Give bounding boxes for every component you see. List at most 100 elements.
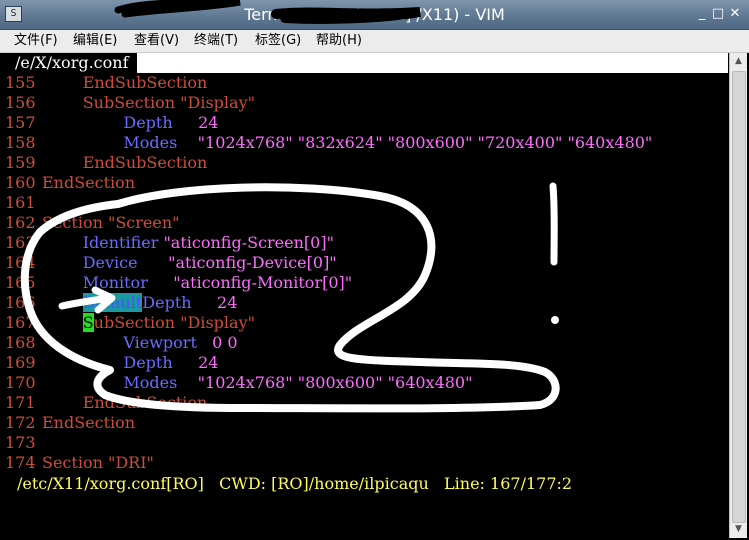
line-number: 156 [5, 93, 36, 112]
code-token: 24 [191, 293, 238, 312]
code-token: SubSection "Display" [42, 93, 255, 112]
code-token: Modes [123, 133, 178, 152]
minimize-icon[interactable]: _ [694, 6, 710, 22]
vim-status-line: /etc/X11/xorg.conf[RO] CWD: [RO]/home/il… [17, 474, 573, 493]
line-text: Modes "1024x768" "832x624" "800x600" "72… [42, 133, 652, 153]
code-token: "1024x768" "832x624" "800x600" "720x400"… [177, 133, 653, 152]
line-number: 172 [5, 413, 36, 432]
vim-buffer[interactable]: 155 EndSubSection 156 SubSection "Display… [5, 73, 728, 473]
code-token: "aticonfig-Screen[0]" [158, 233, 334, 252]
line-number: 173 [5, 433, 36, 452]
line-number: 163 [5, 233, 36, 252]
vim-line[interactable]: 157 Depth 24 [5, 113, 728, 133]
search-highlight: Default [82, 293, 143, 312]
vim-cursor: S [82, 313, 94, 332]
line-number: 155 [5, 73, 36, 92]
vim-line[interactable]: 162 Section "Screen" [5, 213, 728, 233]
menu-terminal[interactable]: 终端(T) [194, 32, 238, 50]
scrollbar-thumb[interactable] [732, 71, 746, 523]
menu-help[interactable]: 帮助(H) [316, 32, 362, 50]
terminal-view[interactable]: /e/X/xorg.conf 155 EndSubSection 156 SubS… [3, 53, 728, 538]
maximize-icon[interactable]: □ [710, 6, 726, 22]
line-number: 159 [5, 153, 36, 172]
vim-tab-xorg-conf[interactable]: /e/X/xorg.conf [3, 53, 138, 73]
line-number: 161 [5, 193, 36, 212]
line-number: 174 [5, 453, 36, 472]
line-text: Device "aticonfig-Device[0]" [42, 253, 337, 273]
code-token: Depth [142, 293, 192, 312]
vim-line[interactable]: 169 Depth 24 [5, 353, 728, 373]
line-text: EndSubSection [42, 153, 208, 173]
close-icon[interactable]: ✕ [727, 6, 743, 22]
menu-tabs[interactable]: 标签(G) [255, 32, 301, 50]
line-text: EndSection [42, 413, 135, 433]
line-number: 166 [5, 293, 36, 312]
line-number: 160 [5, 173, 36, 192]
vim-line[interactable]: 166 DefaultDepth 24 [5, 293, 728, 313]
scroll-up-icon[interactable]: ▲ [731, 54, 746, 69]
vim-line[interactable]: 172 EndSection [5, 413, 728, 433]
code-token: 24 [172, 113, 219, 132]
window-title: Terminal - [redacted] /X11) - VIM [244, 5, 505, 24]
line-number: 168 [5, 333, 36, 352]
vim-line[interactable]: 168 Viewport 0 0 [5, 333, 728, 353]
code-token: 24 [172, 353, 219, 372]
line-text: Depth 24 [42, 353, 218, 373]
line-text: Section "DRI" [42, 453, 154, 473]
code-token: Depth [123, 353, 173, 372]
line-number: 165 [5, 273, 36, 292]
line-text: EndSection [42, 173, 135, 193]
vim-line[interactable]: 174 Section "DRI" [5, 453, 728, 473]
vim-tabline: /e/X/xorg.conf [3, 53, 728, 73]
vim-line[interactable]: 173 [5, 433, 728, 453]
code-token: "1024x768" "800x600" "640x480" [177, 373, 473, 392]
line-text: SubSection "Display" [42, 313, 255, 333]
scroll-down-icon[interactable]: ▼ [731, 522, 746, 537]
code-token: "aticonfig-Device[0]" [137, 253, 337, 272]
line-number: 169 [5, 353, 36, 372]
line-text: Monitor "aticonfig-Monitor[0]" [42, 273, 352, 293]
vim-line[interactable]: 160 EndSection [5, 173, 728, 193]
line-number: 167 [5, 313, 36, 332]
title-bar[interactable]: S Terminal - [redacted] /X11) - VIM _ □ … [0, 0, 749, 30]
menu-edit[interactable]: 编辑(E) [73, 32, 117, 50]
line-number: 162 [5, 213, 36, 232]
line-text: SubSection "Display" [42, 93, 255, 113]
line-text: Depth 24 [42, 113, 218, 133]
code-token: EndSubSection [42, 393, 208, 412]
line-number: 164 [5, 253, 36, 272]
line-text: EndSubSection [42, 73, 208, 93]
vim-line[interactable]: 163 Identifier "aticonfig-Screen[0]" [5, 233, 728, 253]
line-number: 171 [5, 393, 36, 412]
vim-line[interactable]: 161 [5, 193, 728, 213]
vim-line[interactable]: 167 SubSection "Display" [5, 313, 728, 333]
code-token: Device [82, 253, 138, 272]
line-text: Modes "1024x768" "800x600" "640x480" [42, 373, 472, 393]
menu-view[interactable]: 查看(V) [134, 32, 179, 50]
vim-line[interactable]: 164 Device "aticonfig-Device[0]" [5, 253, 728, 273]
vim-line[interactable]: 170 Modes "1024x768" "800x600" "640x480" [5, 373, 728, 393]
code-token: Section "DRI" [42, 453, 154, 472]
code-token: Modes [123, 373, 178, 392]
code-token: Viewport [123, 333, 197, 352]
vim-line[interactable]: 155 EndSubSection [5, 73, 728, 93]
vim-line[interactable]: 171 EndSubSection [5, 393, 728, 413]
code-token: EndSection [42, 413, 136, 432]
vim-line[interactable]: 156 SubSection "Display" [5, 93, 728, 113]
code-token: Section "Screen" [42, 213, 180, 232]
menu-file[interactable]: 文件(F) [14, 32, 58, 50]
line-text: Section "Screen" [42, 213, 180, 233]
vim-line[interactable]: 159 EndSubSection [5, 153, 728, 173]
terminal-scrollbar[interactable]: ▲ ▼ [729, 53, 747, 538]
vim-line[interactable]: 158 Modes "1024x768" "832x624" "800x600"… [5, 133, 728, 153]
vim-line[interactable]: 165 Monitor "aticonfig-Monitor[0]" [5, 273, 728, 293]
